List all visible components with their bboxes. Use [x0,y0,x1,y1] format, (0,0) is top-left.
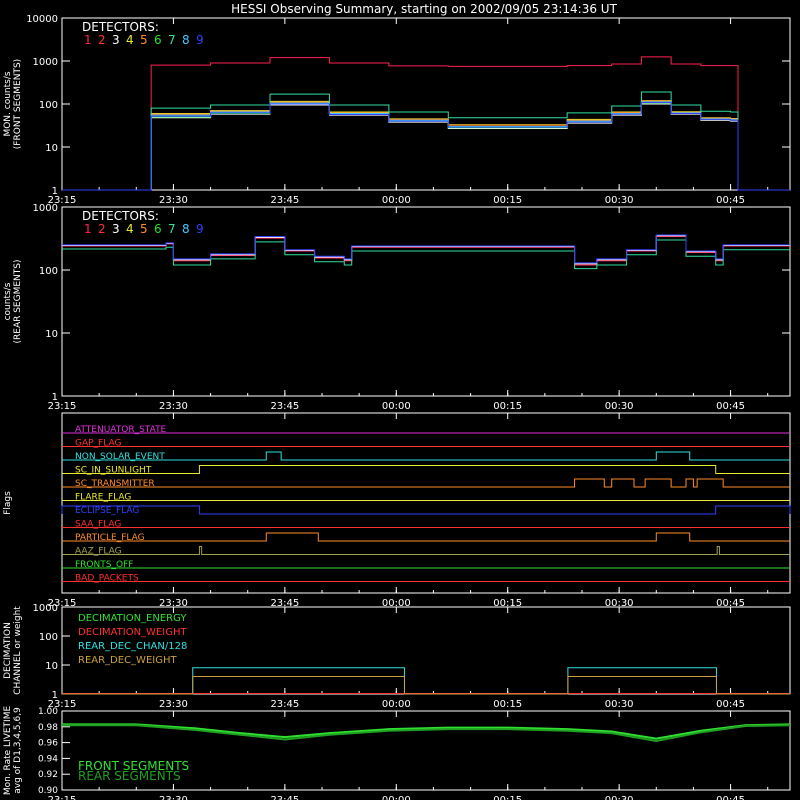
x-tick-label: 00:30 [605,699,634,710]
y-axis-label-front-1: (FRONT SEGMENTS) [13,59,23,149]
x-tick-label: 00:15 [493,699,522,710]
flag-trace-sc_transmitter [62,478,790,488]
legend-entry-rear-segments: REAR SEGMENTS [78,769,181,783]
legend-entry-7: 7 [168,33,176,47]
y-tick-label: 10 [45,661,58,672]
flag-label-eclipse_flag: ECLIPSE_FLAG [75,506,139,516]
x-tick-label: 00:30 [605,195,634,206]
series-line-detector-9 [62,102,790,191]
flag-trace-eclipse_flag [61,505,791,515]
y-tick-label: 1.00 [38,707,58,717]
y-tick-label: 1000 [33,57,58,68]
y-tick-label: 1 [52,392,58,403]
legend-entry-9: 9 [196,222,204,236]
y-tick-label: 1000 [33,203,58,214]
x-tick-label: 23:30 [159,699,188,710]
y-tick-label: 0.94 [38,754,58,764]
x-tick-label: 00:00 [382,401,411,412]
y-axis-label-decimation-0: DECIMATION [3,622,13,679]
legend-entry-7: 7 [168,222,176,236]
legend-entry-rear-dec-weight: REAR_DEC_WEIGHT [78,655,177,666]
y-tick-label: 0.92 [38,770,58,780]
y-axis-label-rear-1: (REAR SEGMENTS) [13,259,23,343]
legend-entry-8: 8 [182,222,190,236]
flag-trace-sc_in_sunlight [62,465,790,474]
y-tick-label: 100 [39,632,58,643]
panel-frame-2 [61,412,791,594]
flag-trace-particle_flag [62,532,790,542]
series-line-detector-8 [62,101,790,191]
y-tick-label: 10000 [26,14,58,25]
y-tick-label: 0.90 [38,786,58,796]
x-tick-label: 23:45 [270,195,299,206]
x-tick-label: 00:15 [493,795,522,800]
y-tick-label: 100 [39,266,58,277]
legend-entry-6: 6 [154,33,162,47]
series-line-detector-1 [62,56,790,191]
x-tick-label: 23:45 [270,795,299,800]
x-tick-label: 00:45 [716,401,745,412]
y-tick-label: 10 [45,143,58,154]
series-line-detector-9 [62,234,790,264]
legend-entry-2: 2 [98,222,106,236]
legend-entry-decimation-weight: DECIMATION_WEIGHT [78,627,187,638]
legend-entry-8: 8 [182,33,190,47]
figure-title: HESSI Observing Summary, starting on 200… [231,2,617,16]
x-tick-label: 23:30 [159,795,188,800]
legend-entry-5: 5 [140,33,148,47]
x-tick-label: 00:15 [493,401,522,412]
y-tick-label: 1 [52,186,58,197]
legend-entry-5: 5 [140,222,148,236]
hessi-summary-figure: HESSI Observing Summary, starting on 200… [3,2,791,800]
y-axis-label-livetime-0: Mon. Rate LIVETIME [3,706,13,796]
series-line-rear-dec-chan-128 [62,667,790,695]
x-tick-label: 00:30 [605,795,634,800]
y-axis-label-rear-0: counts/s [3,282,13,320]
x-tick-label: 23:30 [159,401,188,412]
flag-trace-aaz_flag [62,546,790,555]
legend-title: DETECTORS: [82,209,159,223]
legend-entry-1: 1 [84,222,92,236]
y-tick-label: 0.98 [38,723,58,733]
legend-entry-rear-dec-chan-128: REAR_DEC_CHAN/128 [78,641,187,652]
x-tick-label: 00:45 [716,795,745,800]
y-axis-label-decimation-1: CHANNEL or weight [13,606,23,695]
x-tick-label: 00:00 [382,699,411,710]
legend-entry-9: 9 [196,33,204,47]
legend-entry-1: 1 [84,33,92,47]
x-tick-label: 23:45 [270,699,299,710]
x-tick-label: 00:45 [716,699,745,710]
legend-entry-6: 6 [154,222,162,236]
legend-entry-3: 3 [112,222,120,236]
y-axis-label-livetime-1: avg of D1,3,4,5,6,9 [13,707,23,794]
series-line-rear-dec-weight [62,676,790,695]
x-tick-label: 23:30 [159,195,188,206]
x-tick-label: 23:45 [270,401,299,412]
legend-entry-2: 2 [98,33,106,47]
y-axis-label-front-0: MON. counts/s [3,71,13,136]
y-tick-label: 10 [45,329,58,340]
x-tick-label: 00:45 [716,195,745,206]
flag-trace-non_solar_event [62,451,790,461]
x-tick-label: 00:00 [382,795,411,800]
legend-entry-4: 4 [126,222,134,236]
legend-entry-3: 3 [112,33,120,47]
y-tick-label: 100 [39,100,58,111]
legend-entry-decimation-energy: DECIMATION_ENERGY [78,613,187,624]
x-tick-label: 00:30 [605,401,634,412]
series-line-detector-7 [62,91,790,191]
legend-title: DETECTORS: [82,20,159,34]
y-tick-label: 0.96 [38,739,58,749]
y-axis-label-flags-0: Flags [3,491,13,515]
x-tick-label: 00:15 [493,195,522,206]
y-tick-label: 1000 [33,603,58,614]
x-tick-label: 00:00 [382,195,411,206]
legend-entry-4: 4 [126,33,134,47]
y-tick-label: 1 [52,690,58,701]
